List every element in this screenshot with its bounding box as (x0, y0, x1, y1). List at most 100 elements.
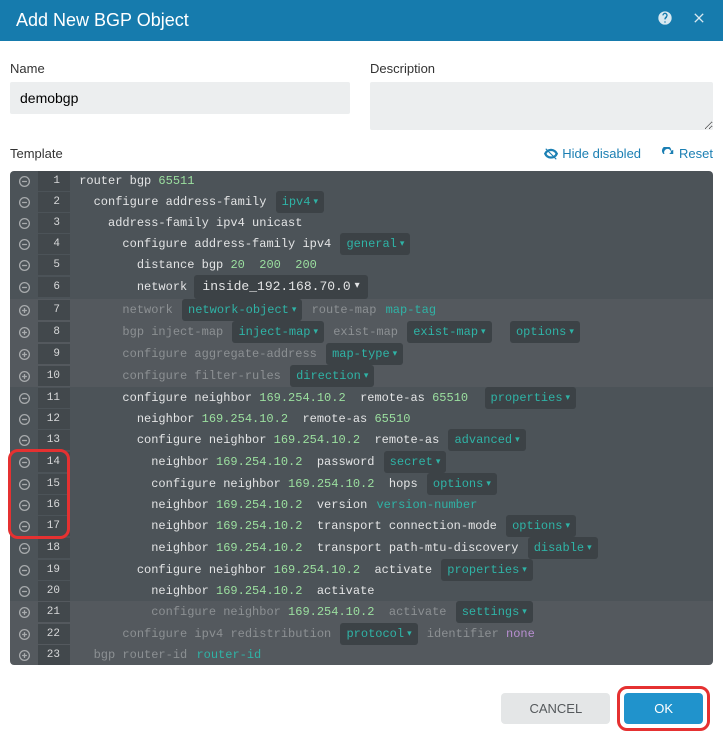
code-token: 169.254.10.2 (288, 602, 374, 622)
code-line[interactable]: neighbor 169.254.10.2 transport path-mtu… (70, 537, 713, 559)
collapse-icon[interactable] (10, 238, 38, 251)
dropdown-chip[interactable]: advanced▾ (448, 429, 525, 451)
code-line[interactable]: address-family ipv4 unicast (70, 213, 713, 233)
code-line[interactable]: neighbor 169.254.10.2 activate (70, 581, 713, 601)
collapse-icon[interactable] (10, 196, 38, 209)
dropdown-chip[interactable]: general▾ (340, 233, 410, 255)
code-line[interactable]: bgp router-id router-id (70, 645, 713, 665)
collapse-icon[interactable] (10, 259, 38, 272)
collapse-icon[interactable] (10, 456, 38, 469)
name-input[interactable] (10, 82, 350, 114)
code-line[interactable]: neighbor 169.254.10.2 password secret▾ (70, 451, 713, 473)
dropdown-chip[interactable]: options▾ (506, 515, 576, 537)
editor-row: 3 address-family ipv4 unicast (10, 213, 713, 233)
collapse-icon[interactable] (10, 542, 38, 555)
code-token: distance bgp (137, 255, 231, 275)
code-token: configure aggregate-address (122, 344, 324, 364)
cancel-button[interactable]: CANCEL (501, 693, 610, 724)
code-line[interactable]: neighbor 169.254.10.2 transport connecti… (70, 515, 713, 537)
line-number: 11 (38, 388, 70, 408)
code-token: 20 (230, 255, 244, 275)
collapse-icon[interactable] (10, 585, 38, 598)
code-line[interactable]: router bgp 65511 (70, 171, 713, 191)
code-token: router-id (194, 645, 263, 665)
expand-icon[interactable] (10, 606, 38, 619)
code-token: remote-as (288, 409, 374, 429)
collapse-icon[interactable] (10, 392, 38, 405)
dropdown-chip[interactable]: ipv4▾ (276, 191, 324, 213)
collapse-icon[interactable] (10, 564, 38, 577)
line-number: 21 (38, 602, 70, 622)
help-icon[interactable] (657, 10, 673, 31)
code-line[interactable]: configure neighbor 169.254.10.2 remote-a… (70, 429, 713, 451)
dropdown-chip[interactable]: exist-map▾ (407, 321, 491, 343)
code-line[interactable]: neighbor 169.254.10.2 version version-nu… (70, 495, 713, 515)
code-token: 169.254.10.2 (216, 516, 302, 536)
code-line[interactable]: configure neighbor 169.254.10.2 activate… (70, 559, 713, 581)
dropdown-chip[interactable]: properties▾ (441, 559, 533, 581)
code-line[interactable]: configure aggregate-address map-type▾ (70, 343, 713, 365)
hide-disabled-button[interactable]: Hide disabled (544, 146, 641, 161)
line-number: 12 (38, 409, 70, 429)
code-token: neighbor (137, 409, 202, 429)
dropdown-chip[interactable]: options▾ (510, 321, 580, 343)
network-pill[interactable]: inside_192.168.70.0▾ (194, 275, 367, 299)
collapse-icon[interactable] (10, 413, 38, 426)
code-line[interactable]: distance bgp 20 200 200 (70, 255, 713, 275)
expand-icon[interactable] (10, 326, 38, 339)
dropdown-chip[interactable]: properties▾ (485, 387, 577, 409)
collapse-icon[interactable] (10, 175, 38, 188)
code-token: route-map (304, 300, 383, 320)
line-number: 23 (38, 645, 70, 665)
dropdown-chip[interactable]: map-type▾ (326, 343, 403, 365)
code-line[interactable]: configure address-family ipv4 general▾ (70, 233, 713, 255)
code-line[interactable]: bgp inject-map inject-map▾ exist-map exi… (70, 321, 713, 343)
editor-row: 1 router bgp 65511 (10, 171, 713, 191)
expand-icon[interactable] (10, 304, 38, 317)
dropdown-chip[interactable]: secret▾ (384, 451, 447, 473)
line-number: 4 (38, 234, 70, 254)
dropdown-chip[interactable]: inject-map▾ (232, 321, 324, 343)
code-line[interactable]: configure address-family ipv4▾ (70, 191, 713, 213)
description-input[interactable] (370, 82, 713, 130)
collapse-icon[interactable] (10, 520, 38, 533)
dropdown-chip[interactable]: protocol▾ (340, 623, 417, 645)
code-line[interactable]: configure filter-rules direction▾ (70, 365, 713, 387)
dropdown-chip[interactable]: options▾ (427, 473, 497, 495)
code-line[interactable]: configure neighbor 169.254.10.2 hops opt… (70, 473, 713, 495)
editor-row: 8 bgp inject-map inject-map▾ exist-map e… (10, 321, 713, 343)
close-icon[interactable] (691, 10, 707, 31)
line-number: 18 (38, 538, 70, 558)
expand-icon[interactable] (10, 370, 38, 383)
collapse-icon[interactable] (10, 499, 38, 512)
code-token: 65510 (432, 388, 468, 408)
code-line[interactable]: neighbor 169.254.10.2 remote-as 65510 (70, 409, 713, 429)
collapse-icon[interactable] (10, 434, 38, 447)
code-token: identifier (420, 624, 506, 644)
code-token: remote-as (346, 388, 432, 408)
expand-icon[interactable] (10, 348, 38, 361)
editor-row: 18 neighbor 169.254.10.2 transport path-… (10, 537, 713, 559)
code-line[interactable]: network network-object▾ route-map map-ta… (70, 299, 713, 321)
dropdown-chip[interactable]: settings▾ (456, 601, 533, 623)
dropdown-chip[interactable]: network-object▾ (182, 299, 302, 321)
editor-row: 17 neighbor 169.254.10.2 transport conne… (10, 515, 713, 537)
code-token: address-family ipv4 unicast (108, 213, 302, 233)
code-line[interactable]: network inside_192.168.70.0▾ (70, 275, 713, 299)
collapse-icon[interactable] (10, 217, 38, 230)
collapse-icon[interactable] (10, 478, 38, 491)
expand-icon[interactable] (10, 649, 38, 662)
ok-button[interactable]: OK (624, 693, 703, 724)
dropdown-chip[interactable]: disable▾ (528, 537, 598, 559)
code-token: 169.254.10.2 (216, 452, 302, 472)
editor-row: 5 distance bgp 20 200 200 (10, 255, 713, 275)
collapse-icon[interactable] (10, 281, 38, 294)
code-line[interactable]: configure ipv4 redistribution protocol▾ … (70, 623, 713, 645)
line-number: 20 (38, 581, 70, 601)
reset-button[interactable]: Reset (661, 146, 713, 161)
code-line[interactable]: configure neighbor 169.254.10.2 activate… (70, 601, 713, 623)
expand-icon[interactable] (10, 628, 38, 641)
code-line[interactable]: configure neighbor 169.254.10.2 remote-a… (70, 387, 713, 409)
dropdown-chip[interactable]: direction▾ (290, 365, 374, 387)
code-token: neighbor (151, 495, 216, 515)
